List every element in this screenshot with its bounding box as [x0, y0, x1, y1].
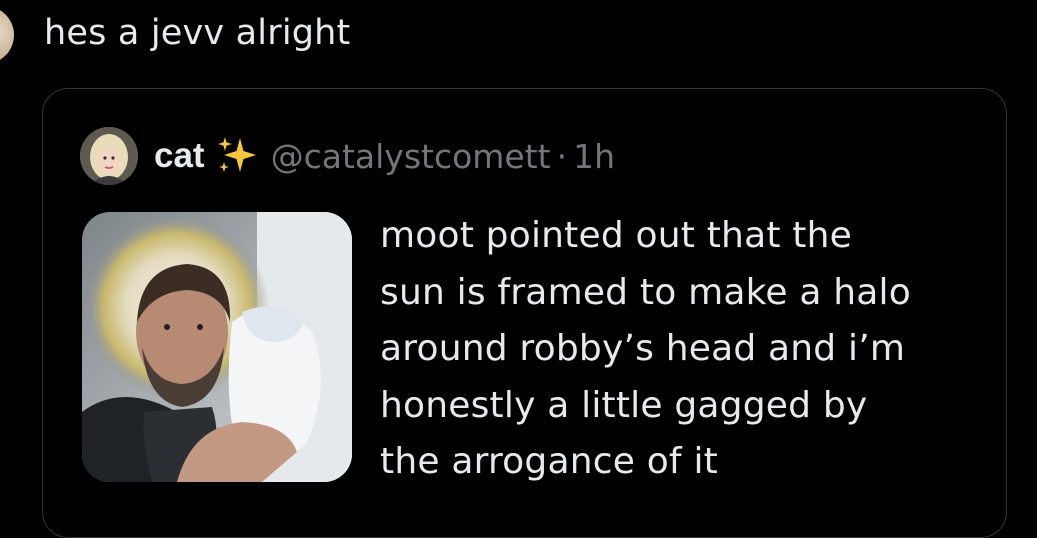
quoted-handle[interactable]: @catalystcomett [271, 137, 551, 176]
author-avatar[interactable] [0, 6, 14, 64]
quoted-post-header: cat @catalystcomett · 1h [80, 127, 615, 185]
quoted-post-text: moot pointed out that the sun is framed … [380, 215, 911, 482]
quoted-display-name[interactable]: cat [154, 136, 205, 176]
quoted-author-avatar[interactable] [80, 127, 138, 185]
quoted-post-image[interactable] [82, 212, 352, 482]
header-separator: · [556, 136, 568, 176]
sparkles-icon [215, 134, 259, 178]
post-text: hes a jevv alright [44, 13, 351, 53]
quoted-timestamp[interactable]: 1h [573, 137, 615, 176]
